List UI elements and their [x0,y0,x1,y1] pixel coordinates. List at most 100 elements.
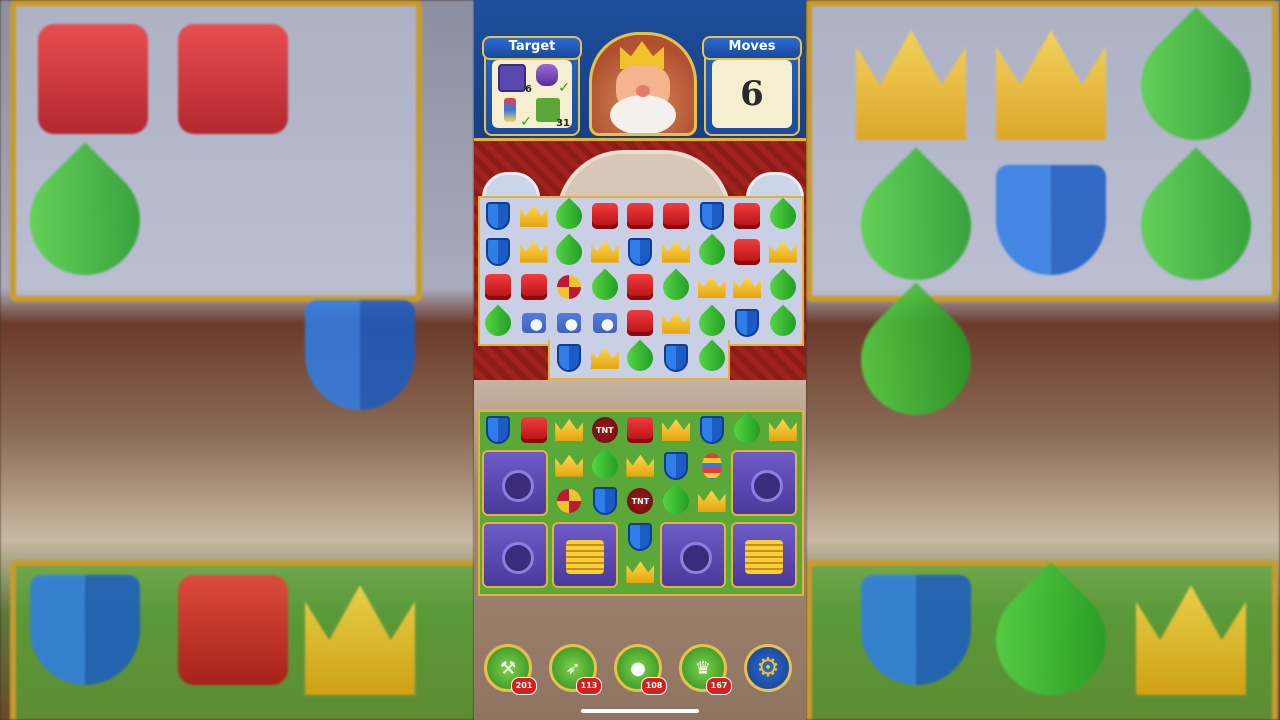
lower-board-tile[interactable] [482,414,514,446]
red-gem-icon [520,417,547,443]
lower-board-tile[interactable] [553,485,585,517]
upper-board-tile[interactable] [518,200,550,232]
upper-board-tile[interactable] [589,342,621,374]
coins-icon [745,540,783,574]
coin-safe[interactable] [731,522,797,588]
upper-board-tile[interactable] [553,271,585,303]
upper-board-tile[interactable] [660,307,692,339]
bg-blue-gem [30,575,140,685]
upper-board-tile[interactable] [518,271,550,303]
moves-title: Moves [702,36,802,60]
upper-board-tile[interactable] [764,304,802,342]
safe-block[interactable] [482,522,548,588]
upper-board-tile[interactable] [482,200,514,232]
upper-board-tile[interactable] [622,340,659,377]
booster-jester-hat[interactable]: ♛ 167 [679,644,732,695]
crown-gem-icon [555,419,584,441]
green-gem-icon [550,233,588,270]
lower-board-tile[interactable] [553,414,585,446]
safe-block[interactable] [482,450,548,516]
lower-board-tile[interactable]: TNT [624,485,656,517]
booster-cannon[interactable]: ● 108 [614,644,667,695]
upper-board-tile[interactable] [731,236,763,268]
upper-board-tile[interactable] [482,271,514,303]
lower-board-tile[interactable] [696,485,728,517]
red-gem-icon [520,274,547,301]
upper-board-tile[interactable] [731,200,763,232]
prop-gem-icon [557,275,582,300]
lower-board-tile[interactable] [553,450,585,482]
lower-board-tile[interactable] [696,450,728,482]
prop-gem-icon [557,489,582,514]
safe-block[interactable] [731,450,797,516]
king-avatar [589,32,697,136]
upper-board-tile[interactable] [693,340,730,377]
lower-board-tile[interactable] [657,482,695,520]
lower-board-tile[interactable] [767,414,799,446]
upper-board-tile[interactable] [660,200,692,232]
lower-board-tile[interactable] [660,450,692,482]
upper-board-tile[interactable] [518,307,550,339]
lower-board-tile[interactable] [728,411,766,449]
coin-safe[interactable] [552,522,618,588]
red-gem-icon [627,274,654,301]
lower-board-tile[interactable] [624,556,656,588]
upper-board-tile[interactable] [482,236,514,268]
upper-board-tile[interactable] [767,236,799,268]
upper-board-tile[interactable] [589,200,621,232]
upper-board-tile[interactable] [550,197,588,235]
upper-board-tile[interactable] [624,271,656,303]
upper-board-tile[interactable] [624,236,656,268]
upper-board-tile[interactable] [660,342,692,374]
green-gem-icon [657,268,695,306]
crown-gem-icon [519,240,548,263]
green-gem-icon [764,268,802,306]
upper-board-tile[interactable] [553,307,585,339]
upper-board-tile[interactable] [731,271,763,303]
game-screen: Target 6 ✓ ✓ 31 Moves 6 TNT TNT ⚒ 201 ➶ … [0,0,1280,720]
upper-board-tile[interactable] [693,304,730,342]
upper-board-tile[interactable] [589,236,621,268]
upper-board-tile[interactable] [657,268,695,306]
green-gem-icon [693,304,730,342]
upper-board-tile[interactable] [624,307,656,339]
lower-board-tile[interactable] [586,447,624,484]
upper-board-tile[interactable] [696,271,728,303]
blue-gem-icon [628,237,653,266]
target-vase-check: ✓ [558,80,570,96]
upper-board-tile[interactable] [624,200,656,232]
upper-board-tile[interactable] [479,304,517,342]
level-header: Target 6 ✓ ✓ 31 Moves 6 [474,0,806,141]
lower-board-tile[interactable] [624,450,656,482]
lower-board-tile[interactable] [696,414,728,446]
lower-board-tile[interactable] [624,521,656,553]
lower-board-tile[interactable] [624,414,656,446]
upper-board-tile[interactable] [764,268,802,306]
green-gem-icon [622,340,659,377]
ice-gem-icon [557,312,582,333]
upper-board-tile[interactable] [589,307,621,339]
settings-button[interactable]: ⚙ [744,644,792,692]
upper-board-tile[interactable] [731,307,763,339]
crown-gem-icon [768,240,797,263]
lower-board-tile[interactable] [660,414,692,446]
lower-board-tile[interactable] [518,414,550,446]
home-indicator[interactable] [581,709,699,713]
upper-board-tile[interactable] [518,236,550,268]
booster-arrow[interactable]: ➶ 113 [549,644,602,695]
ice-gem-icon [592,312,617,333]
blue-gem-icon [735,308,760,337]
upper-board-tile[interactable] [764,197,802,235]
upper-board-tile[interactable] [693,233,730,270]
safe-block[interactable] [660,522,726,588]
upper-board-tile[interactable] [553,342,585,374]
upper-board-tile[interactable] [550,233,588,270]
target-list: 6 ✓ ✓ 31 [492,60,572,130]
upper-board-tile[interactable] [696,200,728,232]
upper-board-tile[interactable] [660,236,692,268]
lower-board-tile[interactable]: TNT [589,414,621,446]
booster-hammer[interactable]: ⚒ 201 [484,644,537,695]
tnt-gem-icon: TNT [591,417,618,443]
lower-board-tile[interactable] [589,485,621,517]
upper-board-tile[interactable] [586,268,624,306]
